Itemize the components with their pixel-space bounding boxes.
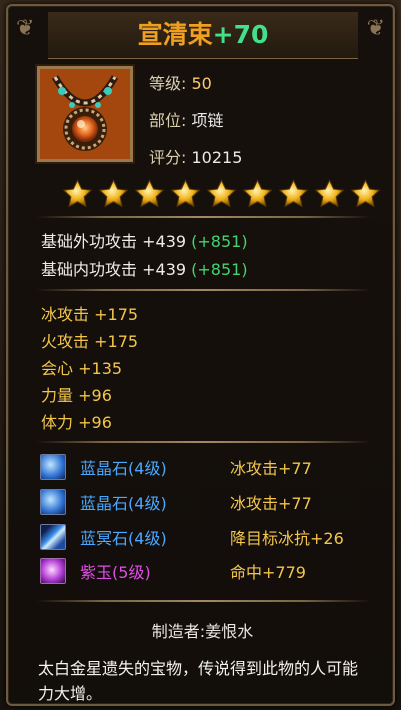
star-icon <box>206 179 237 208</box>
blue-crystal-icon <box>40 489 66 515</box>
attr-ice-attack: 冰攻击 +175 <box>41 305 139 324</box>
item-slot: 部位: 项链 <box>149 111 224 130</box>
divider <box>36 441 371 443</box>
gem-name: 蓝晶石(4级) <box>80 459 167 478</box>
star-icon <box>242 179 273 208</box>
gem-slot-3[interactable]: 蓝冥石(4级) 降目标冰抗+26 <box>40 522 344 552</box>
star-icon <box>314 179 345 208</box>
necklace-icon <box>37 66 133 162</box>
base-inner-attack: 基础内功攻击 +439 (+851) <box>41 260 248 279</box>
blue-crystal-icon <box>40 454 66 480</box>
gem-slot-1[interactable]: 蓝晶石(4级) 冰攻击+77 <box>40 452 312 482</box>
star-rating <box>61 178 382 210</box>
divider <box>36 600 371 602</box>
attr-critical: 会心 +135 <box>41 359 123 378</box>
gem-name: 蓝晶石(4级) <box>80 494 167 513</box>
gem-effect: 降目标冰抗+26 <box>230 529 344 548</box>
gem-effect: 冰攻击+77 <box>230 494 312 513</box>
corner-ornament-left: ❦ <box>16 16 35 41</box>
attr-fire-attack: 火攻击 +175 <box>41 332 139 351</box>
star-icon <box>62 179 93 208</box>
item-title: 宣清束+70 <box>48 12 358 59</box>
item-maker: 制造者:姜恨水 <box>151 622 254 641</box>
item-enhance-level: +70 <box>212 20 269 49</box>
star-icon <box>350 179 381 208</box>
gem-name: 蓝冥石(4级) <box>80 529 167 548</box>
star-icon <box>134 179 165 208</box>
blue-shard-icon <box>40 524 66 550</box>
base-outer-attack: 基础外功攻击 +439 (+851) <box>41 232 248 251</box>
attr-strength: 力量 +96 <box>41 386 112 405</box>
gem-effect: 命中+779 <box>230 563 306 582</box>
gem-name: 紫玉(5级) <box>80 563 151 582</box>
corner-ornament-right: ❦ <box>366 16 385 41</box>
item-score: 评分: 10215 <box>149 148 243 167</box>
divider <box>36 289 371 291</box>
purple-jade-icon <box>40 558 66 584</box>
item-description: 太白金星遗失的宝物，传说得到此物的人可能力大增。 <box>38 659 359 703</box>
star-icon <box>98 179 129 208</box>
star-icon <box>278 179 309 208</box>
item-name: 宣清束 <box>137 20 213 49</box>
divider <box>36 216 371 218</box>
star-icon <box>170 179 201 208</box>
attr-stamina: 体力 +96 <box>41 413 112 432</box>
gem-slot-2[interactable]: 蓝晶石(4级) 冰攻击+77 <box>40 487 312 517</box>
item-level: 等级: 50 <box>149 74 212 93</box>
item-tooltip-panel: ❦ ❦ 宣清束+70 等级: 50 部位: 项链 评分: 10215 基础外功攻… <box>6 4 395 706</box>
gem-effect: 冰攻击+77 <box>230 459 312 478</box>
gem-slot-4[interactable]: 紫玉(5级) 命中+779 <box>40 556 306 586</box>
